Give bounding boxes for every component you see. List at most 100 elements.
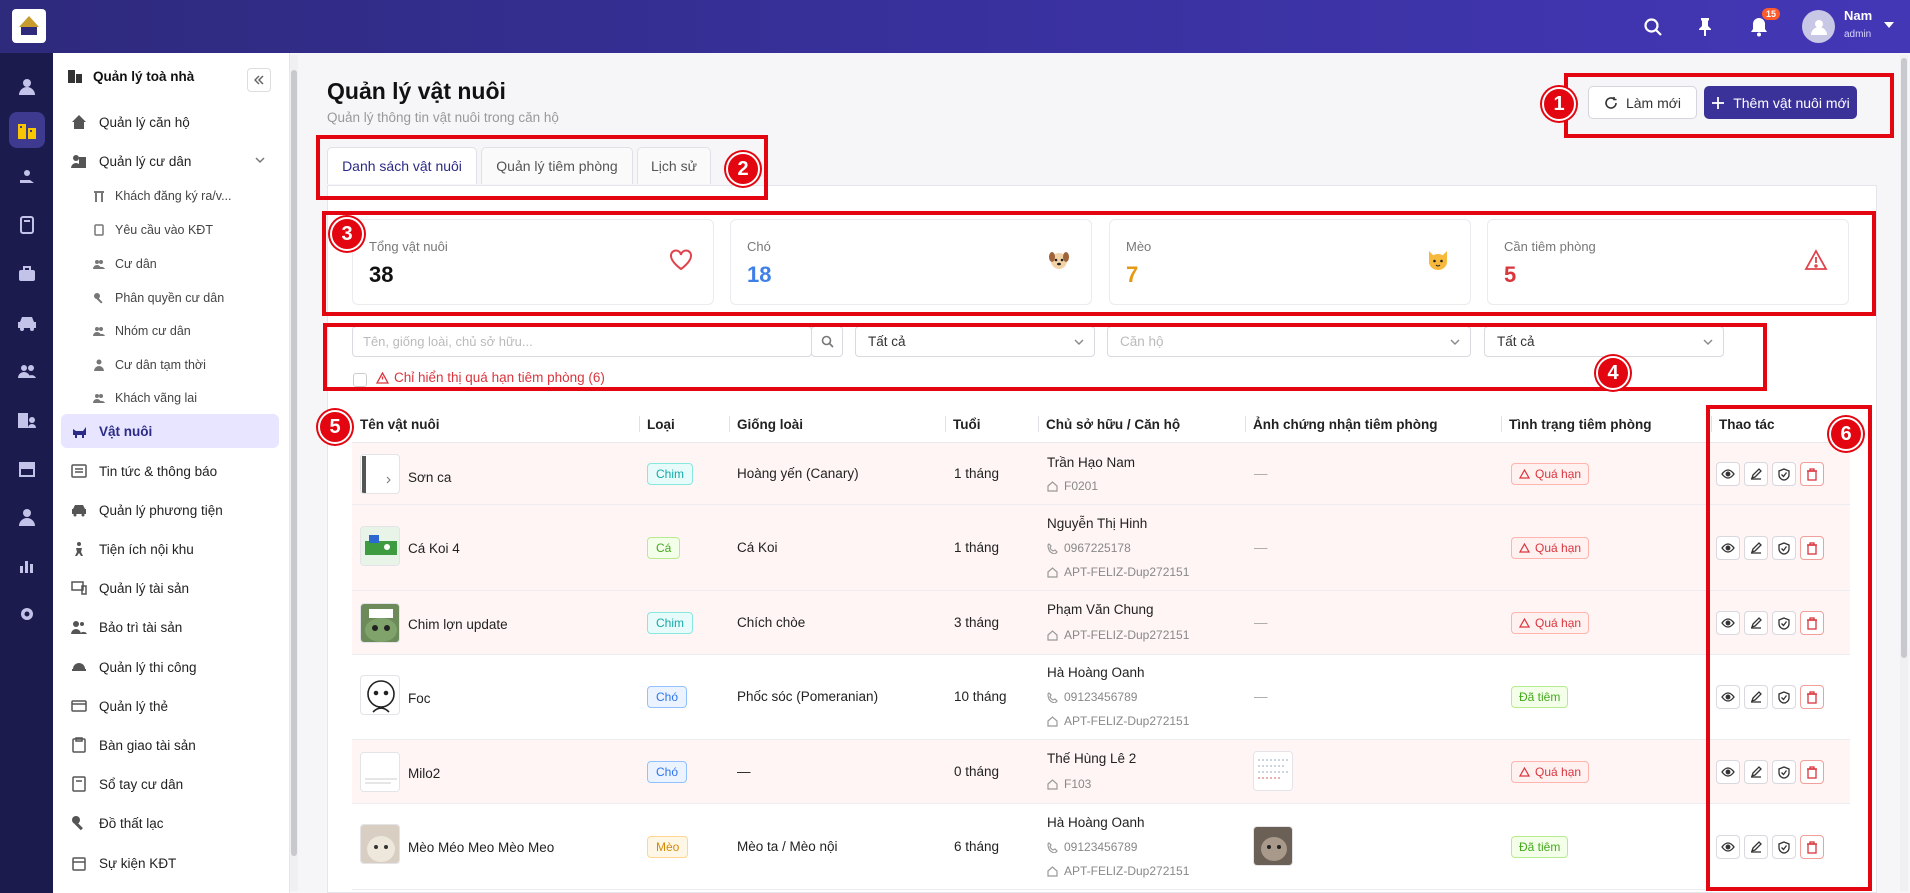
- pet-name[interactable]: Chim lợn update: [408, 617, 508, 632]
- rail-hand-icon[interactable]: [9, 159, 45, 195]
- delete-button[interactable]: [1800, 760, 1824, 784]
- refresh-button[interactable]: Làm mới: [1588, 86, 1697, 119]
- vaccinate-button[interactable]: [1772, 611, 1796, 635]
- view-button[interactable]: [1716, 760, 1740, 784]
- overdue-only-label[interactable]: Chỉ hiển thị quá hạn tiêm phòng (6): [376, 370, 605, 385]
- table-row[interactable]: Mèo Méo Meo Mèo Meo Mèo Mèo ta / Mèo nội…: [352, 804, 1850, 890]
- delete-button[interactable]: [1800, 462, 1824, 486]
- sidebar-subitem-groups[interactable]: Nhóm cư dân: [93, 317, 283, 345]
- edit-button[interactable]: [1744, 611, 1768, 635]
- table-row[interactable]: Sơn ca Chim Hoàng yến (Canary) 1 tháng T…: [352, 443, 1850, 505]
- tab-history[interactable]: Lịch sử: [637, 147, 711, 184]
- view-button[interactable]: [1716, 685, 1740, 709]
- delete-button[interactable]: [1800, 536, 1824, 560]
- vaccinate-button[interactable]: [1772, 760, 1796, 784]
- pet-thumbnail[interactable]: [360, 603, 400, 643]
- table-row[interactable]: Cá Koi 4 Cá Cá Koi 1 tháng Nguyễn Thị Hi…: [352, 505, 1850, 591]
- sidebar-item-pets[interactable]: Vật nuôi: [61, 414, 279, 448]
- user-name[interactable]: Nam: [1844, 8, 1872, 23]
- sidebar-subitem-permissions[interactable]: Phân quyền cư dân: [93, 284, 283, 312]
- sidebar-item-apartments[interactable]: Quản lý căn hộ: [61, 105, 279, 139]
- sidebar-subitem-entry-request[interactable]: Yêu cầu vào KĐT: [93, 216, 283, 244]
- pet-name[interactable]: Sơn ca: [408, 470, 451, 485]
- sidebar-item-handover[interactable]: Bàn giao tài sản: [61, 728, 279, 762]
- add-pet-button[interactable]: Thêm vật nuôi mới: [1704, 86, 1857, 119]
- rail-people-icon[interactable]: [9, 353, 45, 389]
- table-row[interactable]: Foc Chó Phốc sóc (Pomeranian) 10 tháng H…: [352, 655, 1850, 740]
- main-scrollbar-thumb[interactable]: [1901, 58, 1907, 658]
- rail-org-icon[interactable]: [9, 402, 45, 438]
- sidebar-item-events[interactable]: Sự kiện KĐT: [61, 846, 279, 880]
- pet-thumbnail[interactable]: [360, 675, 400, 715]
- pet-thumbnail[interactable]: [360, 824, 400, 864]
- pet-name[interactable]: Cá Koi 4: [408, 541, 460, 556]
- col-breed[interactable]: Giống loài: [729, 405, 803, 443]
- edit-button[interactable]: [1744, 685, 1768, 709]
- col-cert[interactable]: Ảnh chứng nhận tiêm phòng: [1245, 405, 1438, 443]
- pet-name[interactable]: Mèo Méo Meo Mèo Meo: [408, 840, 554, 855]
- rail-calculator-icon[interactable]: [9, 207, 45, 243]
- vaccination-certificate-image[interactable]: [1253, 751, 1293, 791]
- vaccinate-button[interactable]: [1772, 462, 1796, 486]
- sidebar-item-cards[interactable]: Quản lý thẻ: [61, 689, 279, 723]
- sidebar-scrollbar-thumb[interactable]: [291, 70, 297, 856]
- overdue-only-checkbox[interactable]: [353, 373, 367, 387]
- rail-gear-icon[interactable]: [9, 596, 45, 632]
- col-name[interactable]: Tên vật nuôi: [352, 405, 440, 443]
- col-age[interactable]: Tuổi: [945, 405, 981, 443]
- rail-chart-icon[interactable]: [9, 548, 45, 584]
- search-input[interactable]: Tên, giống loài, chủ sở hữu...: [352, 326, 812, 357]
- status-select[interactable]: Tất cả: [1484, 326, 1724, 357]
- tab-pet-list[interactable]: Danh sách vật nuôi: [327, 147, 477, 184]
- rail-car-icon[interactable]: [9, 305, 45, 341]
- col-type[interactable]: Loại: [639, 405, 675, 443]
- sidebar-item-residents[interactable]: Quản lý cư dân: [61, 144, 279, 178]
- search-icon[interactable]: [1640, 14, 1666, 40]
- vaccinate-button[interactable]: [1772, 685, 1796, 709]
- pin-icon[interactable]: [1692, 14, 1718, 40]
- sidebar-item-vehicles[interactable]: Quản lý phương tiện: [61, 493, 279, 527]
- sidebar-subitem-guest-registration[interactable]: Khách đăng ký ra/v...: [93, 182, 283, 210]
- rail-briefcase-icon[interactable]: [9, 256, 45, 292]
- rail-user-icon[interactable]: [9, 69, 45, 105]
- view-button[interactable]: [1716, 611, 1740, 635]
- search-button[interactable]: [811, 326, 843, 357]
- sidebar-collapse-button[interactable]: [247, 68, 271, 92]
- sidebar-item-amenities[interactable]: Tiện ích nội khu: [61, 532, 279, 566]
- delete-button[interactable]: [1800, 611, 1824, 635]
- type-select[interactable]: Tất cả: [855, 326, 1095, 357]
- pet-name[interactable]: Foc: [408, 691, 431, 706]
- app-logo[interactable]: [12, 9, 46, 43]
- edit-button[interactable]: [1744, 536, 1768, 560]
- vaccination-certificate-image[interactable]: [1253, 826, 1293, 866]
- edit-button[interactable]: [1744, 835, 1768, 859]
- apartment-select[interactable]: Căn hộ: [1107, 326, 1471, 357]
- edit-button[interactable]: [1744, 462, 1768, 486]
- rail-store-icon[interactable]: [9, 451, 45, 487]
- edit-button[interactable]: [1744, 760, 1768, 784]
- rail-person-tie-icon[interactable]: [9, 499, 45, 535]
- sidebar-item-news[interactable]: Tin tức & thông báo: [61, 454, 279, 488]
- sidebar-item-maintenance[interactable]: Bảo trì tài sản: [61, 610, 279, 644]
- sidebar-subitem-temporary[interactable]: Cư dân tạm thời: [93, 351, 283, 379]
- pet-thumbnail[interactable]: [360, 454, 400, 494]
- delete-button[interactable]: [1800, 835, 1824, 859]
- user-avatar[interactable]: [1802, 10, 1835, 43]
- tab-vaccination[interactable]: Quản lý tiêm phòng: [481, 147, 633, 184]
- pet-thumbnail[interactable]: [360, 752, 400, 792]
- col-status[interactable]: Tình trạng tiêm phòng: [1501, 405, 1651, 443]
- col-owner[interactable]: Chủ sở hữu / Căn hộ: [1038, 405, 1180, 443]
- vaccinate-button[interactable]: [1772, 835, 1796, 859]
- view-button[interactable]: [1716, 462, 1740, 486]
- sidebar-item-construction[interactable]: Quản lý thi công: [61, 650, 279, 684]
- rail-building-icon[interactable]: [9, 112, 45, 148]
- sidebar-item-assets[interactable]: Quản lý tài sản: [61, 571, 279, 605]
- table-row[interactable]: Chim lợn update Chim Chích chòe 3 tháng …: [352, 591, 1850, 655]
- sidebar-item-lost-found[interactable]: Đồ thất lạc: [61, 806, 279, 840]
- user-menu-caret-icon[interactable]: [1884, 22, 1894, 28]
- table-row[interactable]: Milo2 Chó — 0 tháng Thế Hùng Lê 2 F103 Q…: [352, 740, 1850, 804]
- view-button[interactable]: [1716, 536, 1740, 560]
- sidebar-subitem-visitors[interactable]: Khách vãng lai: [93, 384, 283, 412]
- bell-icon[interactable]: 15: [1746, 8, 1780, 40]
- view-button[interactable]: [1716, 835, 1740, 859]
